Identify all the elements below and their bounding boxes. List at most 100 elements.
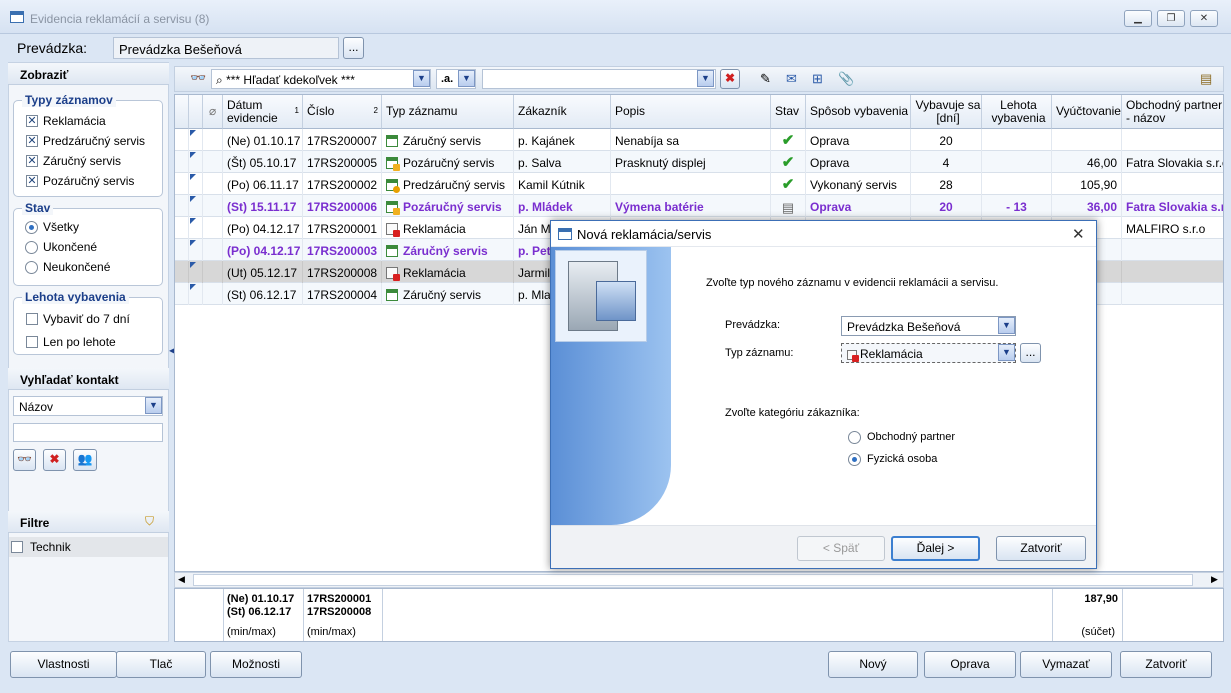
header-vyuctovanie[interactable]: Vyúčtovanie bbox=[1052, 95, 1122, 129]
cell-date: (Po) 04.12.17 bbox=[223, 217, 303, 239]
filter-value-input[interactable] bbox=[482, 69, 716, 89]
row-indicator[interactable] bbox=[175, 239, 189, 261]
typy-check-predzarucny[interactable]: ✕ bbox=[26, 135, 38, 147]
chevron-down-icon[interactable]: ▼ bbox=[413, 70, 430, 87]
vymazat-button[interactable]: Vymazať bbox=[1020, 651, 1112, 678]
row-indicator[interactable] bbox=[175, 195, 189, 217]
row-indicator[interactable] bbox=[175, 283, 189, 305]
header-stav[interactable]: Stav bbox=[771, 95, 806, 129]
cell-type-text: Záručný servis bbox=[403, 244, 488, 258]
table-row[interactable]: (Ne) 01.10.17 17RS200007 Záručný servis p. … bbox=[175, 129, 1223, 151]
lehota-check-po-lehote[interactable] bbox=[26, 336, 38, 348]
header-popis[interactable]: Popis bbox=[611, 95, 771, 129]
contacts-icon: 👥 bbox=[77, 452, 93, 466]
header-datum[interactable]: Dátum evidencie 1 bbox=[223, 95, 303, 129]
paperclip-icon[interactable]: ⌀ bbox=[203, 95, 223, 129]
clear-search-button[interactable]: ✖ bbox=[43, 449, 66, 471]
chevron-down-icon[interactable]: ▼ bbox=[998, 317, 1015, 334]
filtre-label: Technik bbox=[30, 540, 71, 554]
cabinet-illustration bbox=[555, 250, 647, 342]
radio-obchodny-partner[interactable] bbox=[848, 431, 861, 444]
header-sposob[interactable]: Spôsob vybavenia bbox=[806, 95, 911, 129]
attachment-cell bbox=[203, 261, 223, 283]
scroll-thumb[interactable] bbox=[193, 574, 1193, 586]
restore-button[interactable]: ❐ bbox=[1157, 10, 1185, 27]
paperclip-icon[interactable]: 📎 bbox=[838, 71, 854, 87]
vlastnosti-button[interactable]: Vlastnosti bbox=[10, 651, 117, 678]
hierarchy-icon[interactable]: ⊞ bbox=[812, 71, 823, 87]
typy-check-pozarucny[interactable]: ✕ bbox=[26, 175, 38, 187]
prevadzka-ellipsis-button[interactable]: ... bbox=[343, 37, 364, 59]
cell-state: ▤ bbox=[771, 195, 806, 217]
row-indicator[interactable] bbox=[175, 261, 189, 283]
binoculars-button[interactable]: 👓 bbox=[13, 449, 36, 471]
zatvorit-button[interactable]: Zatvoriť bbox=[1120, 651, 1212, 678]
chevron-down-icon[interactable]: ▼ bbox=[998, 344, 1015, 361]
minimize-button[interactable]: ▁ bbox=[1124, 10, 1152, 27]
table-row[interactable]: (Po) 06.11.17 17RS200002 Predzáručný servi… bbox=[175, 173, 1223, 195]
zobrazit-header[interactable]: Zobraziť bbox=[8, 63, 169, 85]
footer-num-min: 17RS200001 bbox=[307, 593, 372, 605]
binoculars-icon[interactable]: 👓 bbox=[190, 70, 206, 86]
row-indicator[interactable] bbox=[175, 129, 189, 151]
vyhladat-select[interactable]: Názov bbox=[13, 396, 163, 416]
scroll-left-icon[interactable]: ◀ bbox=[178, 574, 185, 585]
header-zakaznik[interactable]: Zákazník bbox=[514, 95, 611, 129]
typy-check-reklamacia[interactable]: ✕ bbox=[26, 115, 38, 127]
table-row[interactable]: (Št) 05.10.17 17RS200005 Pozáručný servis p… bbox=[175, 151, 1223, 173]
cell-date: (Št) 05.10.17 bbox=[223, 151, 303, 173]
cell-cust: p. Mládek bbox=[514, 195, 611, 217]
cell-lehota: - 13 bbox=[982, 195, 1052, 217]
chevron-down-icon[interactable]: ▼ bbox=[458, 70, 475, 87]
novy-button[interactable]: Nový bbox=[828, 651, 918, 678]
prevadzka-field[interactable]: Prevádzka Bešeňová bbox=[113, 37, 339, 59]
header-cislo[interactable]: Číslo 2 bbox=[303, 95, 382, 129]
header-vybavuje[interactable]: Vybavuje sa [dní] bbox=[911, 95, 982, 129]
row-indicator[interactable] bbox=[175, 151, 189, 173]
chevron-down-icon[interactable]: ▼ bbox=[697, 70, 714, 87]
filtre-check-technik[interactable] bbox=[11, 541, 23, 553]
cell-way: Oprava bbox=[806, 129, 911, 151]
chevron-down-icon[interactable]: ▼ bbox=[145, 397, 162, 414]
header-lehota[interactable]: Lehota vybavenia bbox=[982, 95, 1052, 129]
email-icon[interactable]: ✉ bbox=[786, 71, 797, 87]
lehota-label: Len po lehote bbox=[43, 335, 116, 349]
dialog-typ-ellipsis-button[interactable]: ... bbox=[1020, 343, 1041, 363]
attachment-cell bbox=[203, 129, 223, 151]
header-partner[interactable]: Obchodný partner - názov bbox=[1122, 95, 1223, 129]
cell-way: Vykonaný servis bbox=[806, 173, 911, 195]
table-row[interactable]: (St) 15.11.17 17RS200006 Pozáručný servis p… bbox=[175, 195, 1223, 217]
dialog-prevadzka-select[interactable]: Prevádzka Bešeňová bbox=[841, 316, 1016, 336]
contacts-button[interactable]: 👥 bbox=[73, 449, 97, 471]
typy-check-zarucny[interactable]: ✕ bbox=[26, 155, 38, 167]
print-settings-icon[interactable]: ▤ bbox=[1200, 71, 1212, 87]
wand-icon[interactable]: ✎ bbox=[760, 71, 771, 87]
stav-radio-neukoncene[interactable] bbox=[25, 261, 38, 274]
next-button[interactable]: Ďalej > bbox=[891, 536, 980, 561]
moznosti-button[interactable]: Možnosti bbox=[210, 651, 302, 678]
stav-radio-vsetky[interactable] bbox=[25, 221, 38, 234]
dialog-close-button[interactable]: Zatvoriť bbox=[996, 536, 1086, 561]
search-anywhere-select[interactable]: ⌕ *** Hľadať kdekoľvek *** bbox=[211, 69, 431, 89]
dialog-typ-select[interactable]: Reklamácia bbox=[841, 343, 1016, 363]
vyhladat-header[interactable]: Vyhľadať kontakt bbox=[8, 368, 169, 390]
clear-filter-button[interactable]: ✖ bbox=[720, 69, 740, 89]
close-window-button[interactable]: ✕ bbox=[1190, 10, 1218, 27]
radio-fyzicka-osoba[interactable] bbox=[848, 453, 861, 466]
oprava-button[interactable]: Oprava bbox=[924, 651, 1016, 678]
dialog-close-icon[interactable]: ✕ bbox=[1072, 225, 1085, 243]
stav-radio-ukoncene[interactable] bbox=[25, 241, 38, 254]
cell-num: 17RS200004 bbox=[303, 283, 382, 305]
header-typ[interactable]: Typ záznamu bbox=[382, 95, 514, 129]
document-icon: ▤ bbox=[781, 200, 795, 215]
row-indicator[interactable] bbox=[175, 217, 189, 239]
row-indicator[interactable] bbox=[175, 173, 189, 195]
scroll-right-icon[interactable]: ▶ bbox=[1211, 574, 1218, 585]
tlac-button[interactable]: Tlač bbox=[116, 651, 206, 678]
horizontal-scrollbar[interactable]: ◀ ▶ bbox=[174, 572, 1224, 588]
vyhladat-input[interactable] bbox=[13, 423, 163, 442]
lehota-check-7dni[interactable] bbox=[26, 313, 38, 325]
back-button[interactable]: < Späť bbox=[797, 536, 885, 561]
filter-icon[interactable]: ⛉ bbox=[145, 514, 154, 529]
sort-marker: 1 bbox=[294, 106, 299, 115]
